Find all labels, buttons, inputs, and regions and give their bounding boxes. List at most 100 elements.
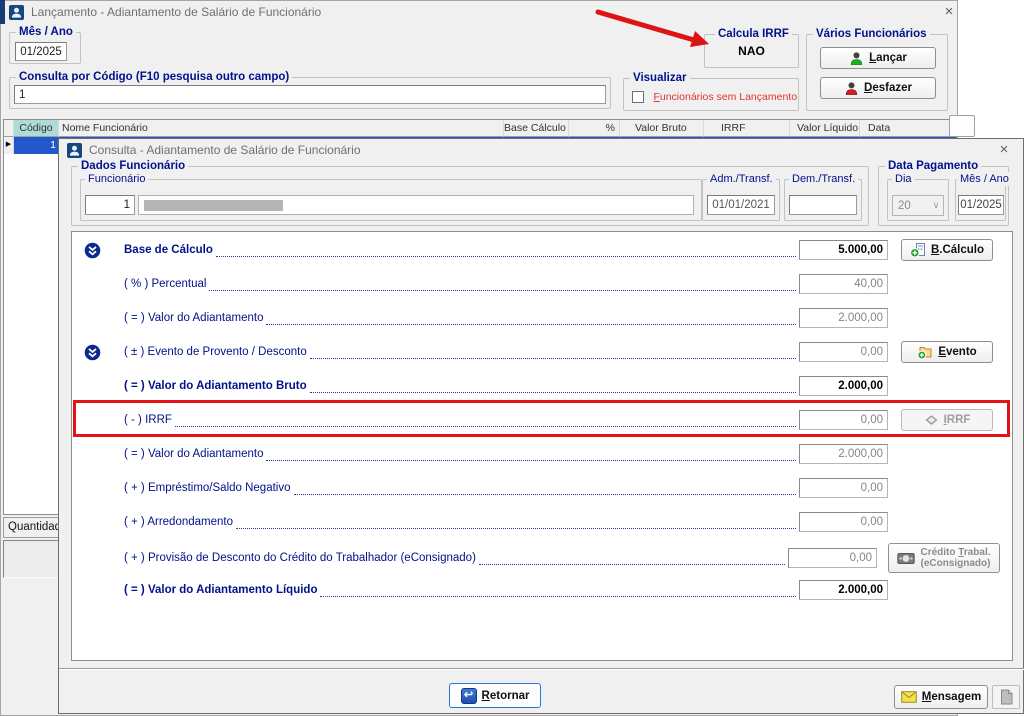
background-button-fragment: [949, 115, 975, 137]
person-red-icon: [844, 81, 859, 96]
varios-funcionarios-group: Vários Funcionários Lançar Desfazer: [806, 34, 948, 111]
irrf-button[interactable]: IRRF: [901, 409, 993, 431]
evento-button[interactable]: Evento: [901, 341, 993, 363]
grid-header-data[interactable]: Data: [860, 120, 950, 137]
varios-funcionarios-label: Vários Funcionários: [813, 27, 930, 41]
consulta-label: Consulta por Código (F10 pesquisa outro …: [16, 70, 292, 84]
dia-label: Dia: [892, 172, 915, 186]
mes-ano-group: Mês / Ano 01/2025: [9, 32, 81, 64]
calcula-irrf-group: Calcula IRRF NAO: [704, 34, 799, 68]
app-person-icon: [9, 5, 24, 20]
row-valor-bruto: ( = ) Valor do Adiantamento Bruto 2.000,…: [84, 374, 1000, 398]
funcionario-nome-field[interactable]: [138, 195, 694, 215]
consulta-codigo-input[interactable]: 1: [14, 85, 606, 104]
envelope-icon: [901, 691, 917, 703]
row-marker-icon: ▶: [4, 137, 14, 154]
funcionarios-sem-lancamento-label: Funcionários sem Lançamento: [653, 91, 797, 103]
provisao-value[interactable]: 0,00: [788, 548, 877, 568]
mensagem-button[interactable]: Mensagem: [894, 685, 988, 709]
row-irrf: ( - ) IRRF 0,00 IRRF: [84, 408, 1000, 432]
mes-ano-pagamento-label: Mês / Ano: [957, 172, 1012, 186]
valor-bruto-value[interactable]: 2.000,00: [799, 376, 888, 396]
funcionarios-sem-lancamento-checkbox[interactable]: [632, 91, 644, 103]
retornar-button[interactable]: ↩ Retornar: [449, 683, 541, 708]
calculo-panel: Base de Cálculo 5.000,00 B.Cálculo: [71, 231, 1013, 661]
dotted-leader: [294, 482, 797, 495]
redacted-name-bar: [144, 200, 283, 211]
dotted-leader: [236, 516, 796, 529]
mes-ano-label: Mês / Ano: [16, 25, 76, 39]
row-valor-adiantamento-2: ( = ) Valor do Adiantamento 2.000,00: [84, 442, 1000, 466]
grid-header-codigo[interactable]: Código: [14, 120, 59, 137]
row-valor-liquido: ( = ) Valor do Adiantamento Líquido 2.00…: [84, 578, 1000, 602]
valor-liquido-value[interactable]: 2.000,00: [799, 580, 888, 600]
grid-header-base-calculo[interactable]: Base Cálculo: [504, 120, 569, 137]
dotted-leader: [209, 278, 796, 291]
valor-adiantamento-value[interactable]: 2.000,00: [799, 308, 888, 328]
valor-adiantamento-2-value[interactable]: 2.000,00: [799, 444, 888, 464]
mes-ano-field[interactable]: 01/2025: [15, 42, 67, 61]
funcionario-codigo-field[interactable]: 1: [85, 195, 135, 215]
data-pagamento-label: Data Pagamento: [885, 159, 981, 173]
consulta-group: Consulta por Código (F10 pesquisa outro …: [9, 77, 611, 109]
irrf-value[interactable]: 0,00: [799, 410, 888, 430]
credito-trabalhador-button[interactable]: Crédito Trabal.(eConsignado): [888, 543, 1000, 573]
banknote-icon: [897, 552, 915, 565]
row-base-de-calculo: Base de Cálculo 5.000,00 B.Cálculo: [84, 238, 1000, 262]
page-icon: [1000, 689, 1013, 705]
calcula-irrf-value: NAO: [705, 44, 798, 58]
dotted-leader: [266, 312, 796, 325]
row-emprestimo: ( + ) Empréstimo/Saldo Negativo 0,00: [84, 476, 1000, 500]
lancar-button[interactable]: Lançar: [820, 47, 936, 69]
row-codigo-cell: 1: [14, 137, 59, 154]
consulta-window: Consulta - Adiantamento de Salário de Fu…: [58, 138, 1024, 714]
dia-dropdown[interactable]: 20 ∨: [892, 195, 944, 216]
mes-ano-pagamento-group: Mês / Ano 01/2025: [955, 179, 1006, 221]
expand-double-down-icon[interactable]: [84, 344, 101, 361]
dia-group: Dia 20 ∨: [887, 179, 949, 221]
document-button[interactable]: [992, 685, 1020, 709]
dados-funcionario-label: Dados Funcionário: [78, 159, 188, 173]
percentual-value[interactable]: 40,00: [799, 274, 888, 294]
expand-double-down-icon[interactable]: [84, 242, 101, 259]
dem-transf-group: Dem./Transf.: [784, 179, 862, 221]
dotted-leader: [310, 380, 796, 393]
mes-ano-pagamento-field[interactable]: 01/2025: [958, 195, 1004, 215]
window-edge-fragment: [0, 0, 5, 24]
calcula-irrf-label: Calcula IRRF: [715, 27, 792, 41]
stamp-gray-icon: [924, 413, 939, 428]
window-title: Lançamento - Adiantamento de Salário de …: [31, 5, 321, 19]
grid-header-irrf[interactable]: IRRF: [704, 120, 790, 137]
close-icon[interactable]: ×: [995, 141, 1013, 159]
evento-value[interactable]: 0,00: [799, 342, 888, 362]
row-percentual: ( % ) Percentual 40,00: [84, 272, 1000, 296]
app-person-icon: [67, 143, 82, 158]
row-evento: ( ± ) Evento de Provento / Desconto 0,00…: [84, 340, 1000, 364]
grid-header-valor-bruto[interactable]: Valor Bruto: [620, 120, 704, 137]
bottom-divider: [59, 668, 1024, 670]
dotted-leader: [479, 552, 785, 565]
close-icon[interactable]: ×: [940, 3, 958, 21]
consulta-titlebar[interactable]: Consulta - Adiantamento de Salário de Fu…: [59, 139, 1023, 161]
bcalculo-button[interactable]: B.Cálculo: [901, 239, 993, 261]
folder-plus-icon: [917, 344, 933, 360]
lancamento-titlebar[interactable]: Lançamento - Adiantamento de Salário de …: [1, 1, 957, 23]
grid-header-marker: [4, 120, 14, 137]
visualizar-label: Visualizar: [630, 71, 690, 85]
data-pagamento-group: Data Pagamento Dia 20 ∨ Mês / Ano 01/202…: [878, 166, 1009, 226]
funcionario-group: Funcionário 1: [80, 179, 702, 221]
desfazer-button[interactable]: Desfazer: [820, 77, 936, 99]
row-provisao-econsignado: ( + ) Provisão de Desconto do Crédito do…: [84, 546, 1000, 570]
adm-transf-group: Adm./Transf. 01/01/2021: [702, 179, 780, 221]
arredondamento-value[interactable]: 0,00: [799, 512, 888, 532]
grid-header-percent[interactable]: %: [569, 120, 620, 137]
grid-header-nome[interactable]: Nome Funcionário: [59, 120, 504, 137]
dia-value: 20: [893, 200, 929, 212]
grid-header-valor-liquido[interactable]: Valor Líquido: [790, 120, 860, 137]
calc-plus-icon: [910, 242, 926, 258]
dem-transf-field[interactable]: [789, 195, 857, 215]
base-calculo-value[interactable]: 5.000,00: [799, 240, 888, 260]
adm-transf-field[interactable]: 01/01/2021: [707, 195, 775, 215]
dotted-leader: [320, 584, 796, 597]
emprestimo-value[interactable]: 0,00: [799, 478, 888, 498]
